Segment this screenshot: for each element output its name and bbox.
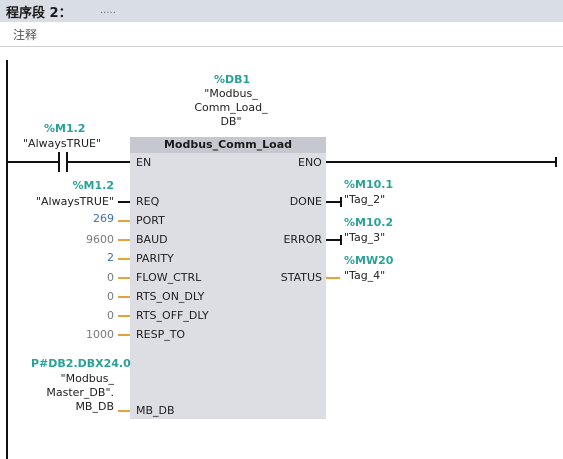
pin-flow-ctrl[interactable]: FLOW_CTRL — [136, 271, 201, 284]
instance-db-name-line-2[interactable]: Comm_Load_ — [186, 101, 276, 114]
resp-to-operand-value[interactable]: 1000 — [40, 328, 114, 341]
pin-port[interactable]: PORT — [136, 214, 165, 227]
error-output-tick — [340, 235, 342, 245]
contact-address[interactable]: %M1.2 — [44, 122, 85, 135]
function-block-title: Modbus_Comm_Load — [163, 138, 293, 151]
network-header[interactable] — [0, 0, 563, 22]
req-operand-value[interactable]: "AlwaysTRUE" — [14, 195, 114, 208]
parity-operand-value[interactable]: 2 — [40, 251, 114, 264]
parity-input-wire — [118, 258, 130, 260]
pin-rts-off-dly[interactable]: RTS_OFF_DLY — [136, 309, 209, 322]
pin-baud[interactable]: BAUD — [136, 233, 168, 246]
left-power-rail — [6, 60, 8, 459]
done-operand-value[interactable]: "Tag_2" — [344, 193, 385, 206]
network-comment[interactable]: 注释 — [13, 26, 37, 43]
pin-rts-on-dly[interactable]: RTS_ON_DLY — [136, 290, 204, 303]
pin-mb-db[interactable]: MB_DB — [136, 404, 175, 417]
status-output-wire — [326, 277, 340, 279]
mb-db-operand-address[interactable]: P#DB2.DBX24.0 — [31, 357, 131, 370]
status-operand-address[interactable]: %MW20 — [344, 254, 393, 267]
baud-input-wire — [118, 239, 130, 241]
mb-db-input-wire — [118, 410, 130, 412]
instance-db-address[interactable]: %DB1 — [214, 73, 250, 86]
contact-left-bar[interactable] — [58, 152, 60, 172]
done-operand-address[interactable]: %M10.1 — [344, 178, 393, 191]
instance-db-name-line-3[interactable]: DB" — [196, 115, 266, 128]
resp-to-input-wire — [118, 334, 130, 336]
pin-req[interactable]: REQ — [136, 195, 159, 208]
flow-ctrl-operand-value[interactable]: 0 — [40, 271, 114, 284]
pin-en[interactable]: EN — [136, 156, 151, 169]
mb-db-operand-line-1[interactable]: "Modbus_ — [30, 372, 114, 385]
flow-ctrl-input-wire — [118, 277, 130, 279]
error-operand-value[interactable]: "Tag_3" — [344, 231, 385, 244]
contact-tag[interactable]: "AlwaysTRUE" — [23, 137, 101, 150]
done-output-tick — [340, 197, 342, 207]
port-operand-value[interactable]: 269 — [40, 212, 114, 225]
instance-db-name-line-1[interactable]: "Modbus_ — [196, 87, 266, 100]
error-output-wire — [326, 239, 340, 241]
status-operand-value[interactable]: "Tag_4" — [344, 269, 385, 282]
pin-resp-to[interactable]: RESP_TO — [136, 328, 185, 341]
mb-db-operand-line-3[interactable]: MB_DB — [30, 400, 114, 413]
error-operand-address[interactable]: %M10.2 — [344, 216, 393, 229]
rts-off-dly-operand-value[interactable]: 0 — [40, 309, 114, 322]
port-input-wire — [118, 220, 130, 222]
req-input-wire — [118, 201, 130, 203]
network-title-placeholder[interactable]: ..... — [100, 5, 116, 16]
eno-output-wire — [326, 161, 556, 163]
done-output-wire — [326, 201, 340, 203]
rung-end-marker — [555, 157, 557, 167]
mb-db-operand-line-2[interactable]: Master_DB". — [20, 386, 114, 399]
rung-wire-left — [8, 161, 58, 163]
rts-off-dly-input-wire — [118, 315, 130, 317]
rung-wire-to-en — [68, 161, 130, 163]
baud-operand-value[interactable]: 9600 — [40, 233, 114, 246]
pin-status[interactable]: STATUS — [260, 271, 322, 284]
rts-on-dly-operand-value[interactable]: 0 — [40, 290, 114, 303]
rts-on-dly-input-wire — [118, 296, 130, 298]
network-title: 程序段 2： — [6, 6, 72, 21]
pin-done[interactable]: DONE — [260, 195, 322, 208]
req-operand-address[interactable]: %M1.2 — [40, 179, 114, 192]
network-comment-row[interactable] — [0, 22, 563, 47]
pin-parity[interactable]: PARITY — [136, 252, 174, 265]
pin-eno[interactable]: ENO — [298, 156, 322, 169]
pin-error[interactable]: ERROR — [260, 233, 322, 246]
